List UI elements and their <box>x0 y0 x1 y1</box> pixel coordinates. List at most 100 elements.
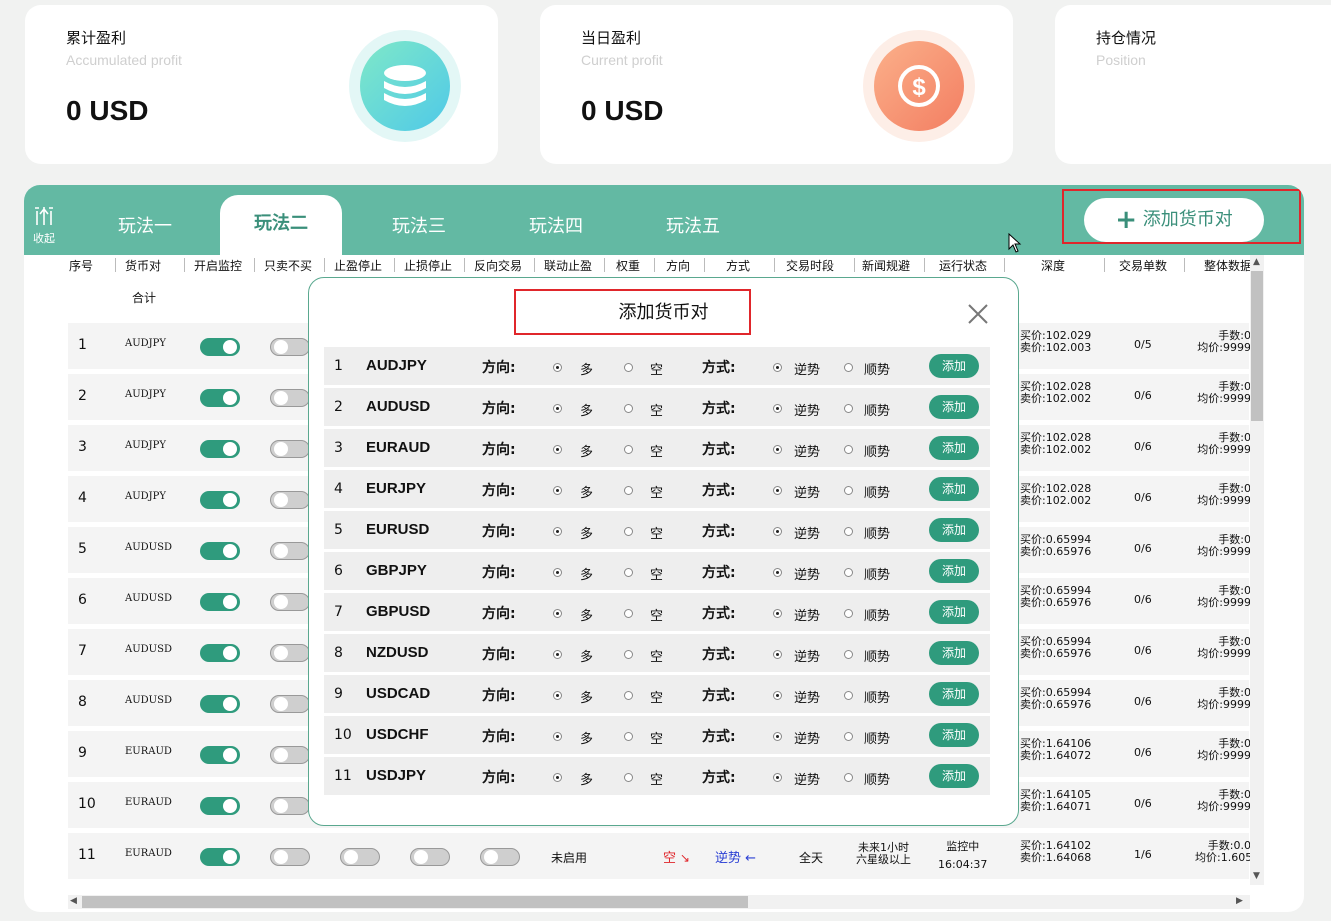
with-trend-radio[interactable] <box>844 691 853 700</box>
counter-trend-radio[interactable] <box>773 732 782 741</box>
sell-only-toggle[interactable] <box>270 797 310 815</box>
horizontal-scrollbar[interactable]: ◀ ▶ <box>68 895 1250 909</box>
add-pair-button[interactable]: 添加 <box>929 764 979 788</box>
scroll-down-icon[interactable]: ▼ <box>1253 871 1260 881</box>
tab-play-5[interactable]: 玩法五 <box>666 212 720 238</box>
tab-play-4[interactable]: 玩法四 <box>529 212 583 238</box>
add-pair-button[interactable]: 添加 <box>929 477 979 501</box>
with-trend-radio[interactable] <box>844 404 853 413</box>
counter-trend-radio[interactable] <box>773 568 782 577</box>
with-trend-radio[interactable] <box>844 486 853 495</box>
scroll-right-icon[interactable]: ▶ <box>1236 896 1243 906</box>
pair-index: 1 <box>334 358 343 374</box>
long-radio[interactable] <box>553 363 562 372</box>
tab-play-3[interactable]: 玩法三 <box>392 212 446 238</box>
counter-trend-radio[interactable] <box>773 650 782 659</box>
counter-trend-radio[interactable] <box>773 363 782 372</box>
sell-only-toggle[interactable] <box>270 593 310 611</box>
sl-stop-toggle[interactable] <box>410 848 450 866</box>
counter-trend-radio[interactable] <box>773 773 782 782</box>
with-trend-radio[interactable] <box>844 609 853 618</box>
collapse-button[interactable]: 收起 <box>30 205 58 246</box>
short-radio[interactable] <box>624 527 633 536</box>
short-radio[interactable] <box>624 732 633 741</box>
short-radio[interactable] <box>624 404 633 413</box>
monitor-toggle[interactable] <box>200 338 240 356</box>
tp-stop-toggle[interactable] <box>340 848 380 866</box>
with-trend-radio[interactable] <box>844 732 853 741</box>
vertical-scrollbar[interactable]: ▲ ▼ <box>1250 255 1264 885</box>
short-radio[interactable] <box>624 650 633 659</box>
scroll-up-icon[interactable]: ▲ <box>1253 257 1260 267</box>
long-radio[interactable] <box>553 404 562 413</box>
vertical-scroll-thumb[interactable] <box>1251 271 1263 421</box>
sell-only-toggle[interactable] <box>270 542 310 560</box>
sell-only-toggle[interactable] <box>270 338 310 356</box>
monitor-toggle[interactable] <box>200 746 240 764</box>
monitor-toggle[interactable] <box>200 542 240 560</box>
sell-only-toggle[interactable] <box>270 389 310 407</box>
long-radio[interactable] <box>553 732 562 741</box>
short-radio[interactable] <box>624 691 633 700</box>
sell-only-toggle[interactable] <box>270 440 310 458</box>
sell-only-toggle[interactable] <box>270 848 310 866</box>
counter-trend-radio[interactable] <box>773 404 782 413</box>
with-trend-radio[interactable] <box>844 650 853 659</box>
with-trend-radio[interactable] <box>844 773 853 782</box>
horizontal-scroll-thumb[interactable] <box>82 896 748 908</box>
add-pair-button[interactable]: 添加 <box>929 559 979 583</box>
counter-trend-radio[interactable] <box>773 527 782 536</box>
pair-name: GBPJPY <box>366 562 427 579</box>
add-pair-button[interactable]: 添加 <box>929 436 979 460</box>
sell-only-toggle[interactable] <box>270 491 310 509</box>
long-radio[interactable] <box>553 691 562 700</box>
tab-play-1[interactable]: 玩法一 <box>118 212 172 238</box>
monitor-toggle[interactable] <box>200 695 240 713</box>
long-radio[interactable] <box>553 773 562 782</box>
short-radio[interactable] <box>624 486 633 495</box>
monitor-toggle[interactable] <box>200 848 240 866</box>
short-radio[interactable] <box>624 609 633 618</box>
counter-trend-radio[interactable] <box>773 691 782 700</box>
monitor-toggle[interactable] <box>200 593 240 611</box>
long-radio[interactable] <box>553 527 562 536</box>
with-trend-radio[interactable] <box>844 363 853 372</box>
reverse-toggle[interactable] <box>480 848 520 866</box>
short-radio[interactable] <box>624 445 633 454</box>
with-trend-radio[interactable] <box>844 568 853 577</box>
with-trend-radio[interactable] <box>844 445 853 454</box>
counter-trend-radio[interactable] <box>773 445 782 454</box>
with-trend-radio[interactable] <box>844 527 853 536</box>
long-radio[interactable] <box>553 650 562 659</box>
add-pair-button[interactable]: 添加 <box>929 682 979 706</box>
monitor-toggle[interactable] <box>200 644 240 662</box>
short-radio[interactable] <box>624 363 633 372</box>
col-index: 序号 <box>69 259 94 273</box>
counter-trend-radio[interactable] <box>773 609 782 618</box>
long-radio[interactable] <box>553 486 562 495</box>
monitor-toggle[interactable] <box>200 440 240 458</box>
long-label: 多 <box>580 773 594 788</box>
add-pair-button[interactable]: 添加 <box>929 354 979 378</box>
sell-only-toggle[interactable] <box>270 644 310 662</box>
tab-play-2[interactable]: 玩法二 <box>220 195 342 255</box>
sell-only-toggle[interactable] <box>270 695 310 713</box>
mode-value: 逆势 ← <box>715 851 757 866</box>
add-pair-button[interactable]: 添加 <box>929 395 979 419</box>
add-pair-button[interactable]: 添加 <box>929 641 979 665</box>
short-radio[interactable] <box>624 773 633 782</box>
monitor-toggle[interactable] <box>200 797 240 815</box>
long-radio[interactable] <box>553 609 562 618</box>
monitor-toggle[interactable] <box>200 389 240 407</box>
long-radio[interactable] <box>553 568 562 577</box>
add-pair-button[interactable]: 添加 <box>929 600 979 624</box>
monitor-toggle[interactable] <box>200 491 240 509</box>
add-pair-button[interactable]: 添加 <box>929 518 979 542</box>
add-pair-button[interactable]: 添加 <box>929 723 979 747</box>
counter-trend-radio[interactable] <box>773 486 782 495</box>
close-icon[interactable] <box>966 302 990 326</box>
sell-only-toggle[interactable] <box>270 746 310 764</box>
long-radio[interactable] <box>553 445 562 454</box>
scroll-left-icon[interactable]: ◀ <box>70 896 77 906</box>
short-radio[interactable] <box>624 568 633 577</box>
